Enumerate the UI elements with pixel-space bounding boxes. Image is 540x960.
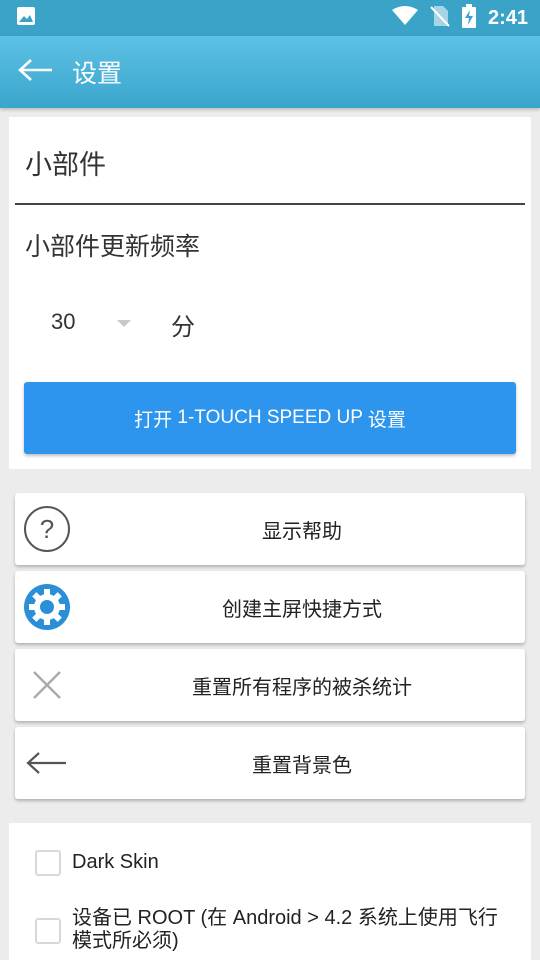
svg-text:?: ? bbox=[40, 514, 54, 544]
section-divider bbox=[15, 203, 525, 205]
option-label: Dark Skin bbox=[72, 851, 159, 873]
no-sim-icon bbox=[430, 5, 450, 31]
section-title: 小部件 bbox=[25, 150, 106, 181]
button-label-prefix: 打开 bbox=[134, 409, 173, 431]
frequency-unit: 分 bbox=[171, 313, 195, 341]
action-label: 创建主屏快捷方式 bbox=[222, 596, 382, 621]
close-x-icon bbox=[23, 661, 71, 709]
options-card: Dark Skin 设备已 ROOT (在 Android > 4.2 系统上使… bbox=[9, 823, 531, 960]
frequency-value: 30 bbox=[51, 309, 76, 334]
status-bar: 2:41 bbox=[0, 0, 540, 36]
reset-kill-stats-button[interactable]: 重置所有程序的被杀统计 bbox=[15, 649, 525, 721]
reset-background-color-button[interactable]: 重置背景色 bbox=[15, 727, 525, 799]
dropdown-arrow-icon bbox=[117, 320, 131, 327]
open-speed-up-settings-button[interactable]: 打开 1-TOUCH SPEED UP 设置 bbox=[24, 382, 516, 454]
app-bar: 设置 bbox=[0, 36, 540, 108]
image-icon bbox=[16, 6, 36, 30]
page-title: 设置 bbox=[72, 59, 123, 88]
dark-skin-option[interactable]: Dark Skin bbox=[35, 850, 159, 876]
widget-settings-card: 小部件 小部件更新频率 30 分 打开 1-TOUCH SPEED UP 设置 bbox=[9, 117, 531, 469]
arrow-left-icon bbox=[18, 58, 54, 86]
update-frequency-label: 小部件更新频率 bbox=[25, 232, 201, 261]
button-label-suffix: 设置 bbox=[367, 409, 406, 431]
option-label: 设备已 ROOT (在 Android > 4.2 系统上使用飞行模式所必须) bbox=[72, 907, 498, 952]
back-button[interactable] bbox=[0, 36, 72, 108]
dark-skin-checkbox[interactable] bbox=[35, 850, 61, 876]
device-rooted-checkbox[interactable] bbox=[35, 918, 61, 944]
create-shortcut-button[interactable]: 创建主屏快捷方式 bbox=[15, 571, 525, 643]
battery-charging-icon bbox=[461, 4, 476, 32]
action-label: 重置背景色 bbox=[252, 752, 352, 777]
wifi-icon bbox=[391, 6, 418, 30]
help-circle-icon: ? bbox=[23, 505, 71, 553]
action-label: 重置所有程序的被杀统计 bbox=[192, 674, 412, 699]
button-label-middle: 1-TOUCH SPEED UP bbox=[172, 407, 368, 428]
action-label: 显示帮助 bbox=[262, 518, 342, 543]
arrow-left-icon bbox=[23, 739, 71, 787]
show-help-button[interactable]: ? 显示帮助 bbox=[15, 493, 525, 565]
clock: 2:41 bbox=[487, 6, 528, 29]
gear-shortcut-icon bbox=[23, 583, 71, 631]
device-rooted-option[interactable]: 设备已 ROOT (在 Android > 4.2 系统上使用飞行模式所必须) bbox=[35, 907, 515, 953]
